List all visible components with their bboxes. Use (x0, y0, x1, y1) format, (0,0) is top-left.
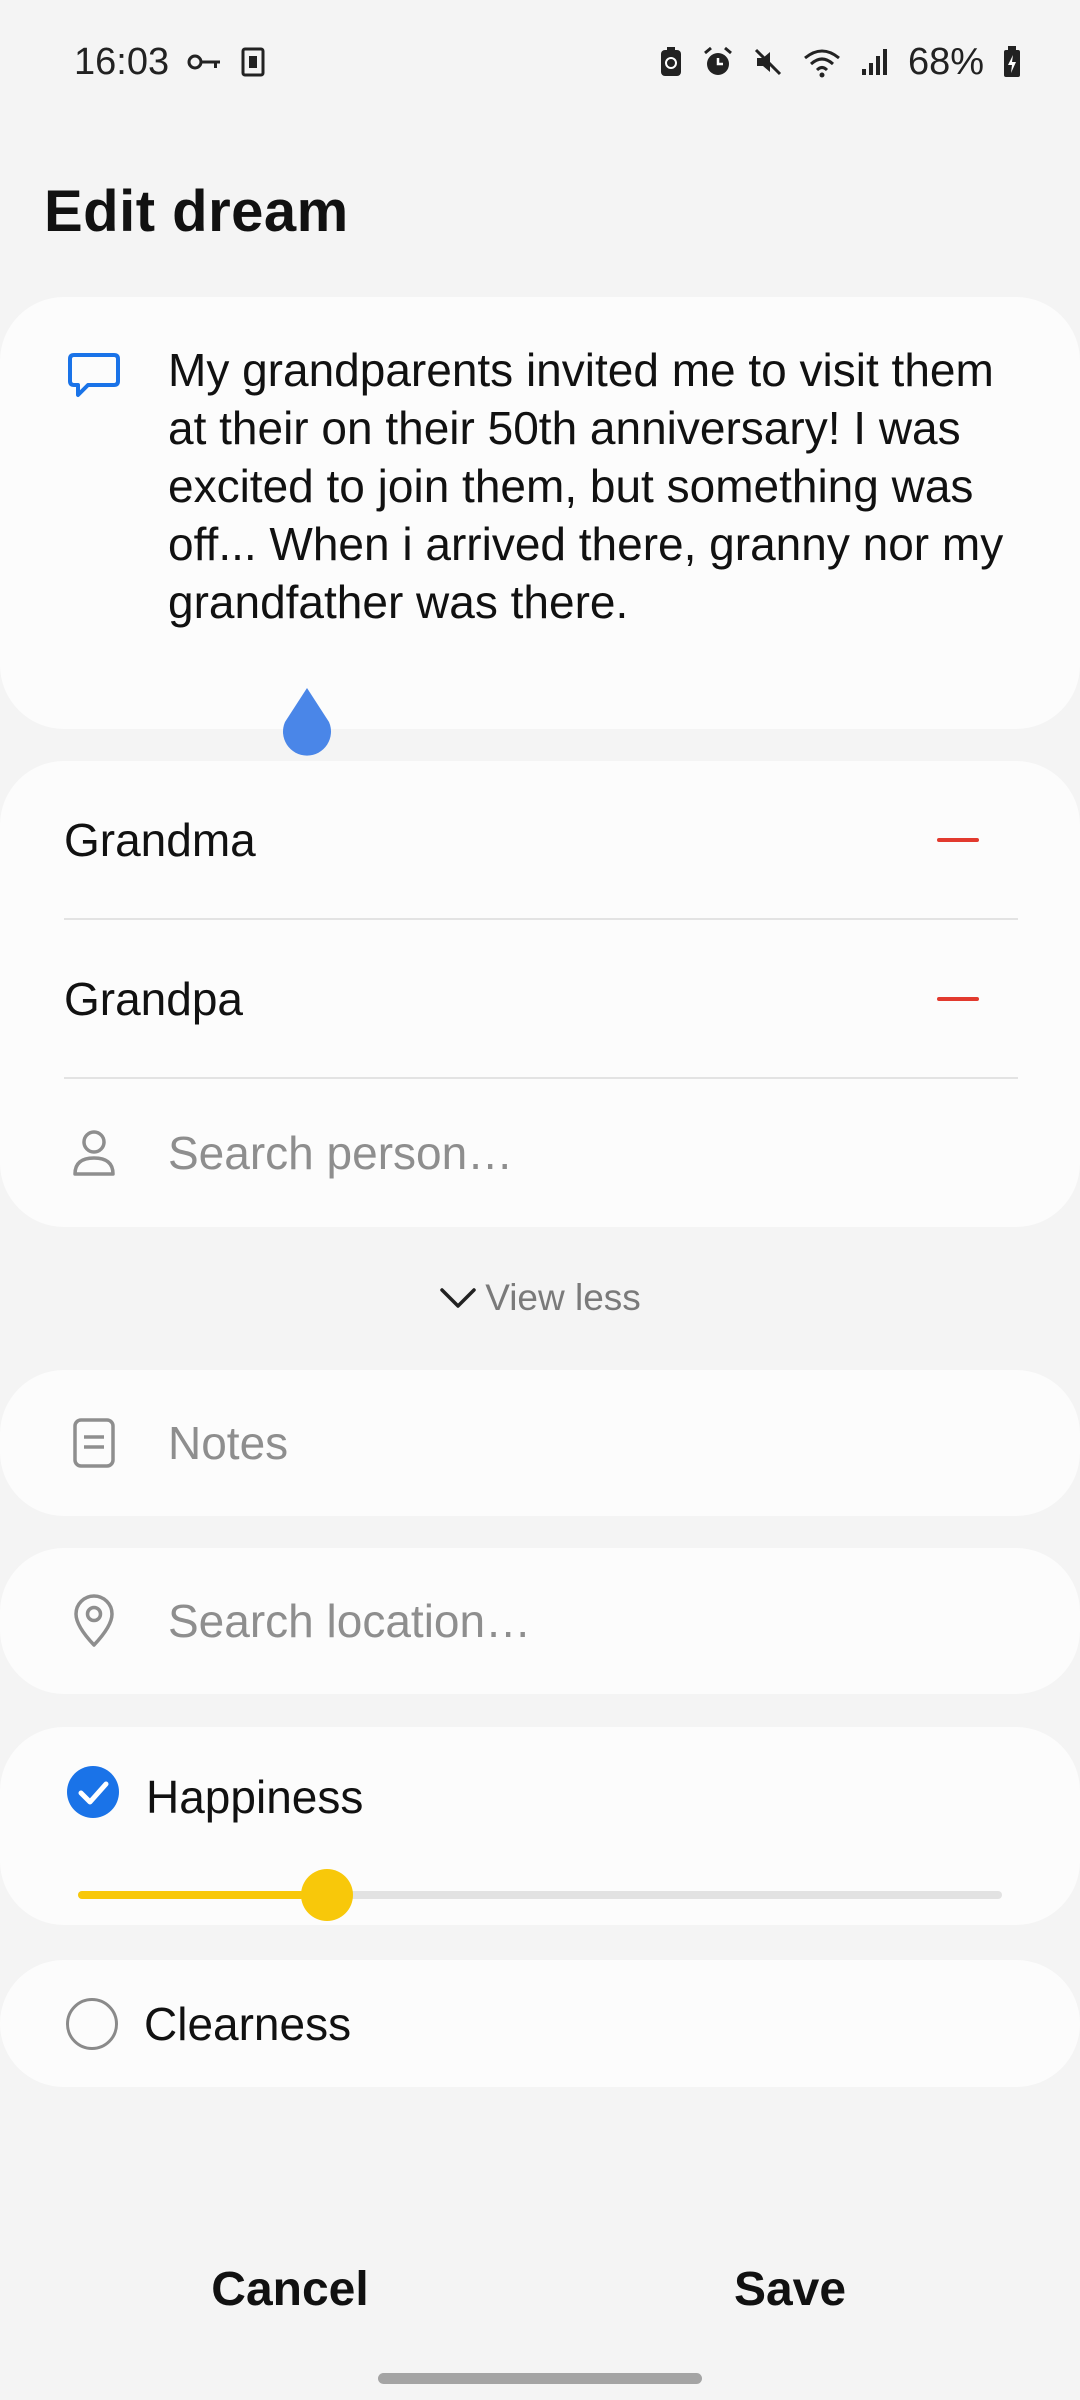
checkbox-checked-icon (66, 1765, 120, 1830)
status-bar: 16:03 68% (0, 0, 1080, 124)
note-icon (64, 1417, 124, 1469)
wifi-icon (802, 46, 842, 78)
person-name: Grandma (64, 813, 256, 866)
key-icon (187, 52, 223, 72)
happiness-checkbox[interactable]: Happiness (66, 1757, 363, 1837)
sim-icon (241, 47, 265, 77)
happiness-label: Happiness (146, 1771, 364, 1823)
people-card: Grandma Grandpa Search person… (0, 761, 1080, 1227)
search-location-placeholder: Search location… (168, 1595, 532, 1647)
person-icon (64, 1128, 124, 1178)
view-less-button[interactable]: View less (0, 1262, 1080, 1334)
clearness-checkbox[interactable]: Clearness (66, 1960, 351, 2087)
location-card[interactable]: Search location… (0, 1548, 1080, 1694)
comment-icon (66, 347, 122, 408)
battery-saver-icon (658, 46, 684, 78)
happiness-card: Happiness (0, 1727, 1080, 1925)
slider-fill (78, 1891, 328, 1899)
cancel-button[interactable]: Cancel (90, 2245, 490, 2333)
dream-text-input[interactable]: My grandparents invited me to visit them… (168, 341, 1038, 631)
location-pin-icon (64, 1594, 124, 1648)
person-name: Grandpa (64, 972, 244, 1025)
happiness-slider[interactable] (78, 1865, 1002, 1925)
person-row: Grandma (64, 761, 1018, 920)
remove-person-button[interactable] (918, 969, 998, 1029)
page-title: Edit dream (44, 179, 349, 244)
status-time: 16:03 (74, 40, 170, 83)
view-less-label: View less (485, 1277, 641, 1318)
minus-icon (937, 837, 979, 842)
clearness-card: Clearness (0, 1960, 1080, 2087)
search-location-field[interactable]: Search location… (64, 1548, 1018, 1694)
text-cursor-handle[interactable] (279, 686, 335, 756)
notes-card[interactable]: Notes (0, 1370, 1080, 1516)
battery-percent: 68% (907, 40, 984, 83)
chevron-down-icon (439, 1277, 477, 1319)
battery-icon (1002, 45, 1022, 79)
slider-thumb[interactable] (301, 1869, 354, 1921)
search-person-field[interactable]: Search person… (64, 1079, 1018, 1227)
dream-text-card[interactable]: My grandparents invited me to visit them… (0, 297, 1080, 729)
clearness-label: Clearness (144, 1997, 352, 2050)
notes-field[interactable]: Notes (64, 1370, 1018, 1516)
person-row: Grandpa (64, 920, 1018, 1079)
alarm-icon (702, 46, 734, 78)
remove-person-button[interactable] (918, 810, 998, 870)
mute-icon (752, 46, 784, 78)
signal-icon (860, 47, 890, 77)
notes-placeholder: Notes (168, 1417, 289, 1469)
checkbox-unchecked-icon (66, 1997, 118, 2050)
bottom-actions: Cancel Save (0, 2245, 1080, 2333)
navigation-handle[interactable] (378, 2373, 702, 2384)
search-person-placeholder: Search person… (168, 1127, 514, 1179)
minus-icon (937, 996, 979, 1001)
save-button[interactable]: Save (590, 2245, 990, 2333)
